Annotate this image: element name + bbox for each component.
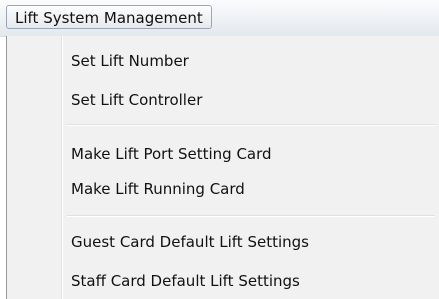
menu-item-make-lift-running-card[interactable]: Make Lift Running Card <box>8 173 436 205</box>
menu-item-set-lift-controller[interactable]: Set Lift Controller <box>8 84 436 116</box>
menu-separator <box>67 215 435 217</box>
menu-item-staff-card-default-lift-settings[interactable]: Staff Card Default Lift Settings <box>8 265 436 297</box>
menu-item-make-lift-port-setting-card[interactable]: Make Lift Port Setting Card <box>8 138 436 170</box>
menu-separator <box>67 124 435 126</box>
menu-bar: Lift System Management <box>0 0 439 37</box>
menu-lift-system-management[interactable]: Lift System Management <box>6 5 212 29</box>
menu-item-guest-card-default-lift-settings[interactable]: Guest Card Default Lift Settings <box>8 226 436 258</box>
menu-item-set-lift-number[interactable]: Set Lift Number <box>8 45 436 77</box>
dropdown-menu: Set Lift Number Set Lift Controller Make… <box>6 36 439 299</box>
